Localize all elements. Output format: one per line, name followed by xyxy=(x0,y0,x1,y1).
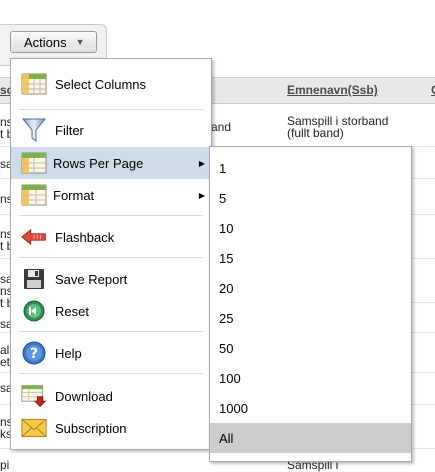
menu-item-download[interactable]: Download xyxy=(11,380,211,412)
chevron-down-icon: ▼ xyxy=(75,37,85,47)
table-cell: sa xyxy=(0,273,10,285)
menu-separator xyxy=(19,331,203,332)
download-icon xyxy=(21,383,47,409)
menu-item-label: Reset xyxy=(55,303,89,319)
menu-item-label: Flashback xyxy=(55,229,115,245)
table-cell: pill i xyxy=(0,459,10,471)
help-icon: ? xyxy=(21,340,47,366)
actions-button[interactable]: Actions ▼ xyxy=(10,31,97,53)
table-cell: sa xyxy=(0,382,10,394)
floppy-disk-icon xyxy=(21,266,47,292)
table-cell: sa xyxy=(0,318,10,330)
menu-separator xyxy=(19,215,203,216)
menu-item-format[interactable]: Format ▶ xyxy=(11,179,211,211)
rows-option[interactable]: 10 xyxy=(210,213,411,243)
table-cell: ks xyxy=(0,428,10,440)
menu-item-label: Select Columns xyxy=(55,76,147,92)
rows-option[interactable]: 25 xyxy=(210,303,411,333)
menu-separator xyxy=(19,373,203,374)
svg-text:?: ? xyxy=(30,346,38,362)
table-cell: al xyxy=(0,344,10,356)
rows-option[interactable]: 15 xyxy=(210,243,411,273)
menu-separator xyxy=(19,109,203,110)
rows-option[interactable]: 50 xyxy=(210,333,411,363)
menu-item-label: Format xyxy=(53,187,95,203)
rows-per-page-submenu: 1 5 10 15 20 25 50 100 1000 All xyxy=(209,146,412,462)
actions-button-label: Actions xyxy=(24,34,67,50)
table-rows-icon xyxy=(21,150,47,176)
back-arrow-icon xyxy=(21,224,47,250)
menu-item-reset[interactable]: Reset xyxy=(11,295,211,327)
table-cell: t b xyxy=(0,240,10,252)
table-cell: et xyxy=(0,356,10,368)
menu-item-save-report[interactable]: Save Report xyxy=(11,263,211,295)
column-header-next[interactable]: C xyxy=(431,83,435,97)
table-cell: ns xyxy=(0,193,10,205)
menu-item-flashback[interactable]: Flashback xyxy=(11,221,211,253)
menu-item-label: Filter xyxy=(55,122,84,138)
menu-item-filter[interactable]: Filter xyxy=(11,114,211,146)
column-header-first[interactable]: sc xyxy=(0,83,10,97)
rows-option-selected[interactable]: All xyxy=(210,423,411,453)
column-header-emnenavn[interactable]: Emnenavn(Ssb) xyxy=(287,83,378,97)
menu-separator xyxy=(19,257,203,258)
table-cell: t b xyxy=(0,128,10,140)
table-cell: ns xyxy=(0,116,10,128)
reset-icon xyxy=(21,298,47,324)
rows-option[interactable]: 100 xyxy=(210,363,411,393)
menu-item-subscription[interactable]: Subscription xyxy=(11,412,211,444)
menu-item-label: Save Report xyxy=(55,271,128,287)
envelope-icon xyxy=(21,415,47,441)
rows-option[interactable]: 20 xyxy=(210,273,411,303)
rows-option[interactable]: 1 xyxy=(210,153,411,183)
menu-item-label: Rows Per Page xyxy=(53,155,144,171)
submenu-arrow-icon: ▶ xyxy=(198,190,205,200)
menu-item-label: Download xyxy=(55,388,113,404)
menu-item-label: Help xyxy=(55,345,82,361)
table-cell: ns xyxy=(0,416,10,428)
table-columns-icon xyxy=(21,71,47,97)
funnel-icon xyxy=(21,117,47,143)
rows-option[interactable]: 5 xyxy=(210,183,411,213)
table-cell: Samspill i storband (fullt band) xyxy=(287,114,389,140)
menu-item-help[interactable]: ? Help xyxy=(11,337,211,369)
menu-item-label: Subscription xyxy=(55,420,127,436)
table-cell: t b xyxy=(0,297,10,309)
table-cell: ns xyxy=(0,228,10,240)
submenu-arrow-icon: ▶ xyxy=(198,158,205,168)
table-cell: and xyxy=(211,120,232,134)
table-cell: sa xyxy=(0,158,10,170)
actions-menu: Select Columns Filter Rows Per Page ▶ Fo… xyxy=(10,58,212,450)
table-format-icon xyxy=(21,182,47,208)
menu-item-rows-per-page[interactable]: Rows Per Page ▶ xyxy=(11,147,211,179)
menu-item-select-columns[interactable]: Select Columns xyxy=(11,68,211,100)
table-cell: ns xyxy=(0,285,10,297)
rows-option[interactable]: 1000 xyxy=(210,393,411,423)
